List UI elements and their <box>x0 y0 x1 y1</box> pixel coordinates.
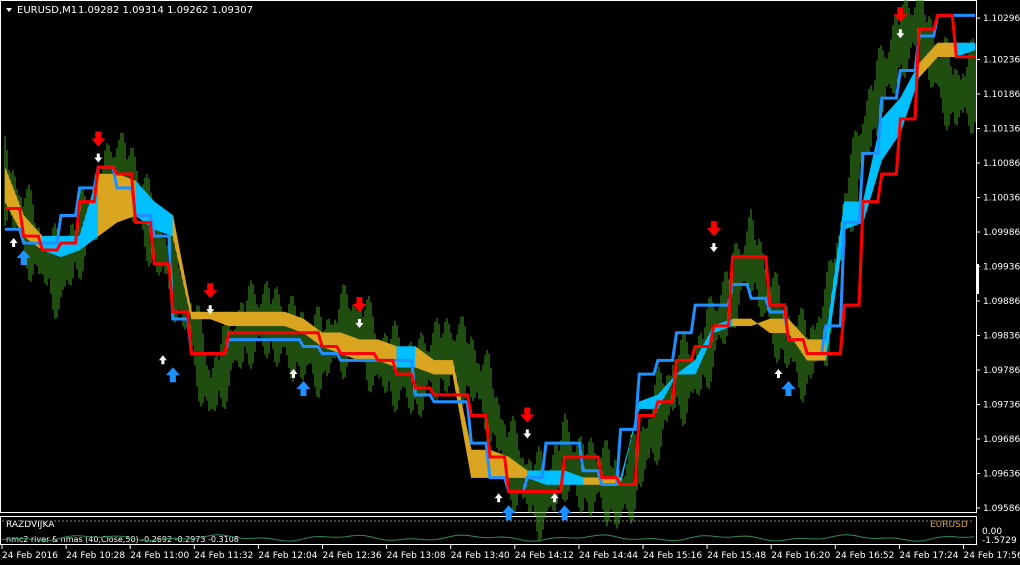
time-tick-label: 24 Feb 11:00 <box>130 551 189 561</box>
river-segment <box>433 360 453 375</box>
time-tick-label: 24 Feb 17:56 <box>964 551 1020 561</box>
price-tick-label: 1.09836 <box>983 332 1020 342</box>
price-tick-label: 1.10236 <box>983 56 1020 66</box>
price-tick-label: 1.10296 <box>983 14 1020 24</box>
river-segment <box>732 318 752 327</box>
river-segment <box>228 311 248 327</box>
time-tick-label: 24 Feb 16:20 <box>771 551 830 561</box>
price-tick-label: 1.09936 <box>983 263 1020 273</box>
price-tick-label: 1.09986 <box>983 228 1020 238</box>
time-tick-label: 24 Feb 14:12 <box>515 551 574 561</box>
time-tick-label: 24 Feb 13:40 <box>451 551 510 561</box>
time-tick-label: 24 Feb 16:52 <box>835 551 894 561</box>
price-tick-label: 1.09636 <box>983 470 1020 480</box>
price-tick-label: 1.10036 <box>983 194 1020 204</box>
price-tick-label: 1.10086 <box>983 159 1020 169</box>
price-tick-label: 1.09786 <box>983 366 1020 376</box>
price-tick-label: 1.09686 <box>983 435 1020 445</box>
river-segment <box>265 311 286 327</box>
time-tick-label: 24 Feb 15:48 <box>707 551 766 561</box>
subwindow-scale-bottom: -1.5729 <box>982 536 1017 546</box>
time-tick-label: 24 Feb 12:36 <box>323 551 382 561</box>
price-tick-label: 1.09586 <box>983 504 1020 514</box>
ohlc-values: 1.09282 1.09314 1.09262 1.09307 <box>78 5 253 16</box>
chart-canvas: 1.10296 1.10236 1.10186 1.10136 1.10086 1.100… <box>0 0 1020 561</box>
time-tick-label: 24 Feb 10:28 <box>66 551 125 561</box>
time-tick-label: 24 Feb 15:16 <box>643 551 702 561</box>
time-tick-label: 24 Feb 13:08 <box>387 551 446 561</box>
price-axis: 1.10296 1.10236 1.10186 1.10136 1.10086 1.100… <box>976 14 1020 514</box>
time-tick-label: 24 Feb 2016 <box>2 551 58 561</box>
time-tick-label: 24 Feb 14:44 <box>579 551 638 561</box>
price-tick-label: 1.09886 <box>983 297 1020 307</box>
price-tick-label: 1.09736 <box>983 401 1020 411</box>
price-tick-label: 1.10136 <box>983 125 1020 135</box>
time-axis: 24 Feb 2016 24 Feb 10:28 24 Feb 11:00 24 Fe… <box>1 545 1020 561</box>
current-price-marker <box>976 264 979 294</box>
price-tick-label: 1.10186 <box>983 90 1020 100</box>
river-segment <box>191 311 211 320</box>
time-tick-label: 24 Feb 12:04 <box>258 551 317 561</box>
river-segment <box>937 42 957 57</box>
symbol-label: EURUSD,M1 <box>17 5 77 16</box>
river-segment <box>247 311 267 327</box>
time-tick-label: 24 Feb 11:32 <box>194 551 253 561</box>
time-tick-label: 24 Feb 17:24 <box>899 551 958 561</box>
